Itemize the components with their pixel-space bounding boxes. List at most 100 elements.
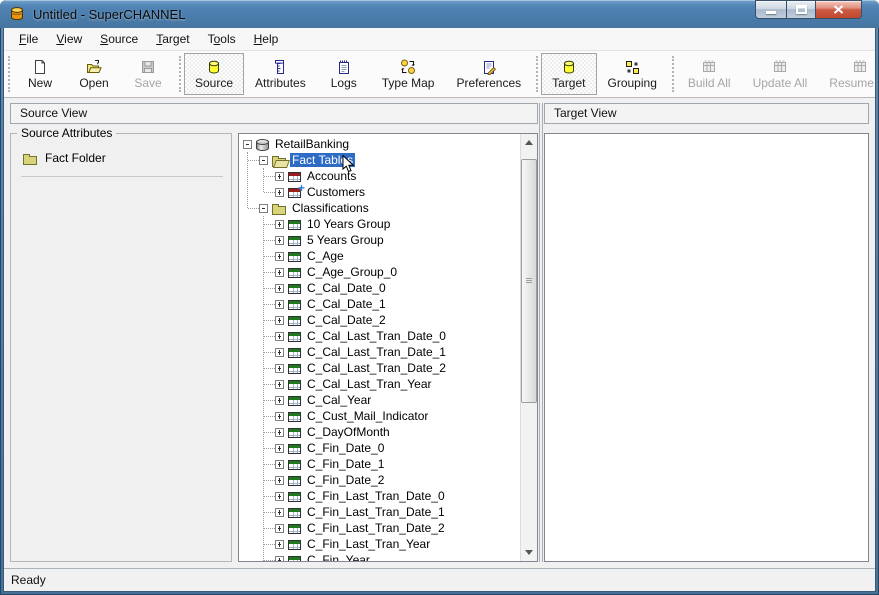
tree-item[interactable]: C_Cal_Last_Tran_Date_2 xyxy=(239,360,520,376)
tree-expander-icon[interactable] xyxy=(275,380,284,389)
tree-item[interactable]: C_Fin_Year xyxy=(239,552,520,561)
tree-expander-icon[interactable] xyxy=(275,460,284,469)
tree-expander-icon[interactable] xyxy=(275,172,284,181)
toolbar-grip[interactable] xyxy=(179,56,181,92)
build-all-button[interactable]: Build All xyxy=(677,53,742,95)
tree-expander-icon[interactable] xyxy=(275,300,284,309)
tree-item[interactable]: C_Cal_Year xyxy=(239,392,520,408)
tree-item-label[interactable]: C_DayOfMonth xyxy=(305,425,392,439)
tree-item[interactable]: C_Cal_Last_Tran_Date_0 xyxy=(239,328,520,344)
open-button[interactable]: Open xyxy=(67,53,121,95)
attributes-button[interactable]: Attributes xyxy=(244,53,317,95)
tree-item-label[interactable]: C_Fin_Last_Tran_Date_1 xyxy=(305,505,447,519)
type-map-button[interactable]: Type Map xyxy=(371,53,446,95)
tree-item-label[interactable]: C_Cal_Last_Tran_Date_2 xyxy=(305,361,448,375)
scroll-up-button[interactable] xyxy=(521,134,537,151)
tree-expander-icon[interactable] xyxy=(275,188,284,197)
save-button[interactable]: Save xyxy=(121,53,175,95)
tree-expander-icon[interactable] xyxy=(275,476,284,485)
tree-item[interactable]: C_Fin_Date_1 xyxy=(239,456,520,472)
menu-item[interactable]: View xyxy=(47,28,91,50)
tree-expander-icon[interactable] xyxy=(275,540,284,549)
tree-item-label[interactable]: C_Fin_Year xyxy=(305,553,372,561)
toolbar-grip[interactable] xyxy=(672,56,674,92)
tree-item[interactable]: Classifications xyxy=(239,200,520,216)
tree-item[interactable]: C_Cal_Last_Tran_Year xyxy=(239,376,520,392)
tree-expander-icon[interactable] xyxy=(275,252,284,261)
grouping-button[interactable]: Grouping xyxy=(597,53,668,95)
tree-expander-icon[interactable] xyxy=(259,204,268,213)
tree-item-label[interactable]: C_Age_Group_0 xyxy=(305,265,399,279)
tree-item-label[interactable]: 10 Years Group xyxy=(305,217,392,231)
tree-item[interactable]: C_Age_Group_0 xyxy=(239,264,520,280)
tree-item-label[interactable]: RetailBanking xyxy=(273,137,351,151)
tree-item-label[interactable]: C_Cal_Date_0 xyxy=(305,281,388,295)
tree-item-label[interactable]: C_Cal_Last_Tran_Year xyxy=(305,377,434,391)
tree-item[interactable]: C_Cal_Last_Tran_Date_1 xyxy=(239,344,520,360)
tree-expander-icon[interactable] xyxy=(275,412,284,421)
fact-folder-item[interactable]: Fact Folder xyxy=(23,151,221,165)
tree-item-label[interactable]: C_Cust_Mail_Indicator xyxy=(305,409,430,423)
tree-expander-icon[interactable] xyxy=(275,332,284,341)
tree-item-label[interactable]: C_Fin_Last_Tran_Date_2 xyxy=(305,521,447,535)
scrollbar-thumb[interactable] xyxy=(521,159,537,403)
tree-scrollbar[interactable] xyxy=(520,134,537,561)
tree-item[interactable]: Fact Tables xyxy=(239,152,520,168)
tree-item[interactable]: C_Fin_Last_Tran_Date_0 xyxy=(239,488,520,504)
tree-expander-icon[interactable] xyxy=(275,524,284,533)
tree-item-label[interactable]: C_Fin_Date_1 xyxy=(305,457,386,471)
tree-item[interactable]: C_Cal_Date_1 xyxy=(239,296,520,312)
logs-button[interactable]: Logs xyxy=(317,53,371,95)
tree-item[interactable]: C_Fin_Last_Tran_Date_1 xyxy=(239,504,520,520)
tree-item[interactable]: C_Cal_Date_2 xyxy=(239,312,520,328)
tree-item[interactable]: RetailBanking xyxy=(239,136,520,152)
update-all-button[interactable]: Update All xyxy=(742,53,819,95)
toolbar-grip[interactable] xyxy=(536,56,538,92)
target-view-content[interactable] xyxy=(544,133,869,562)
scroll-down-button[interactable] xyxy=(521,544,537,561)
maximize-button[interactable] xyxy=(786,0,815,19)
tree-item[interactable]: 5 Years Group xyxy=(239,232,520,248)
tree-item-label[interactable]: C_Fin_Date_0 xyxy=(305,441,386,455)
preferences-button[interactable]: Preferences xyxy=(445,53,532,95)
tree-item-label[interactable]: C_Cal_Year xyxy=(305,393,373,407)
tree-expander-icon[interactable] xyxy=(275,508,284,517)
tree-expander-icon[interactable] xyxy=(275,284,284,293)
menu-item[interactable]: File xyxy=(10,28,47,50)
tree-item[interactable]: C_Fin_Last_Tran_Year xyxy=(239,536,520,552)
tree-item[interactable]: C_Fin_Date_0 xyxy=(239,440,520,456)
target-button[interactable]: Target xyxy=(541,53,596,95)
tree-item-label[interactable]: C_Cal_Date_2 xyxy=(305,313,388,327)
minimize-button[interactable] xyxy=(755,0,786,19)
tree-expander-icon[interactable] xyxy=(275,364,284,373)
menu-item[interactable]: Source xyxy=(91,28,147,50)
tree-item[interactable]: Accounts xyxy=(239,168,520,184)
tree-item[interactable]: C_Age xyxy=(239,248,520,264)
menu-item[interactable]: Tools xyxy=(199,28,245,50)
new-button[interactable]: New xyxy=(13,53,67,95)
tree-item-label[interactable]: Customers xyxy=(305,185,367,199)
tree-item-label[interactable]: C_Cal_Last_Tran_Date_0 xyxy=(305,329,448,343)
resume-all-button[interactable]: Resume All xyxy=(818,53,875,95)
tree-item-label[interactable]: Classifications xyxy=(290,201,371,215)
tree-item[interactable]: C_Cal_Date_0 xyxy=(239,280,520,296)
tree-item[interactable]: C_Fin_Date_2 xyxy=(239,472,520,488)
tree-expander-icon[interactable] xyxy=(275,268,284,277)
tree-item-label[interactable]: C_Cal_Date_1 xyxy=(305,297,388,311)
tree-item-label[interactable]: C_Age xyxy=(305,249,346,263)
source-button[interactable]: Source xyxy=(184,53,244,95)
menu-item[interactable]: Target xyxy=(147,28,198,50)
tree-expander-icon[interactable] xyxy=(243,140,252,149)
tree-expander-icon[interactable] xyxy=(275,348,284,357)
tree-expander-icon[interactable] xyxy=(275,556,284,562)
tree-expander-icon[interactable] xyxy=(275,492,284,501)
menu-item[interactable]: Help xyxy=(245,28,288,50)
tree-expander-icon[interactable] xyxy=(259,156,268,165)
tree-item[interactable]: C_DayOfMonth xyxy=(239,424,520,440)
close-button[interactable] xyxy=(815,0,862,19)
tree-item[interactable]: Customers xyxy=(239,184,520,200)
tree-item-label[interactable]: C_Cal_Last_Tran_Date_1 xyxy=(305,345,448,359)
tree-item-label[interactable]: 5 Years Group xyxy=(305,233,386,247)
tree-expander-icon[interactable] xyxy=(275,444,284,453)
tree-expander-icon[interactable] xyxy=(275,428,284,437)
